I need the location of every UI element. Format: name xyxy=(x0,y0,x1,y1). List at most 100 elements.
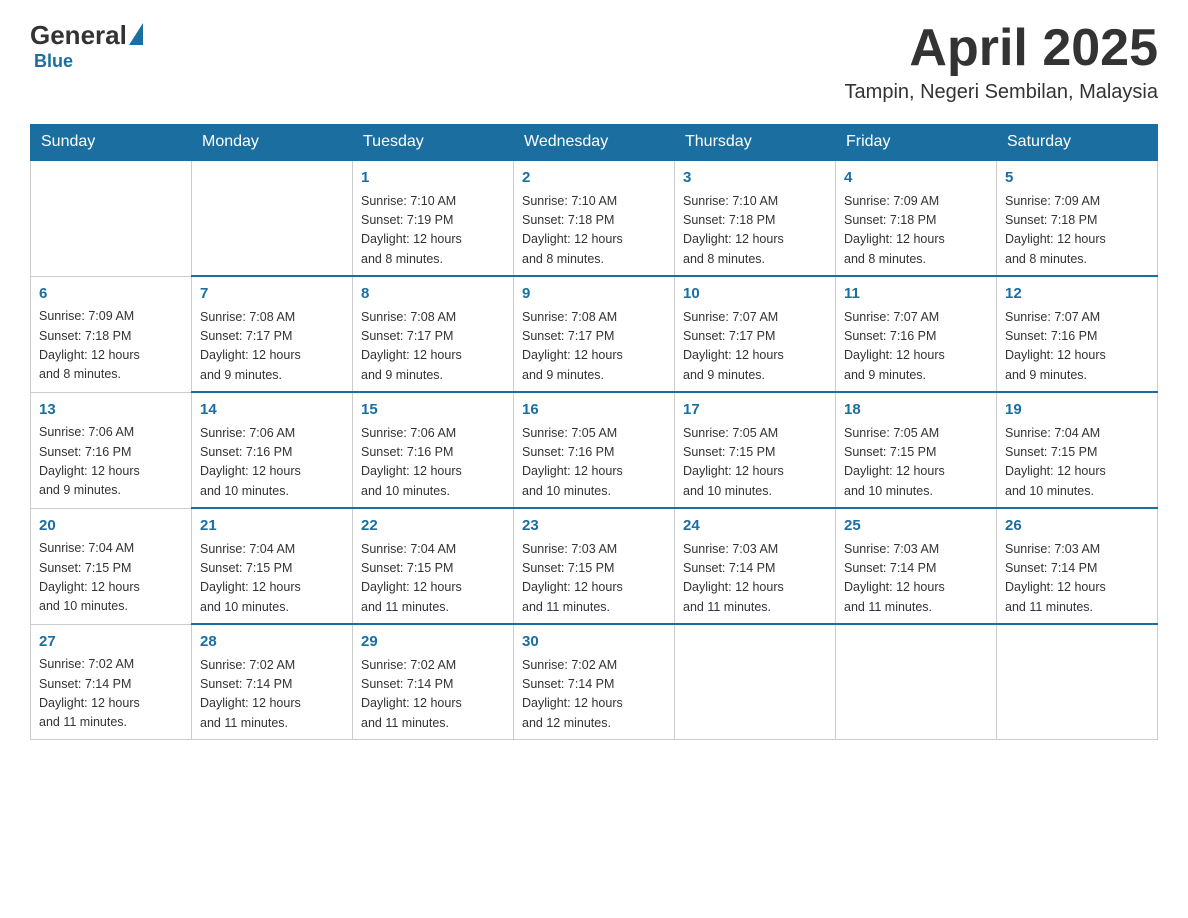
day-info: Sunrise: 7:04 AMSunset: 7:15 PMDaylight:… xyxy=(200,540,344,618)
calendar-cell: 26Sunrise: 7:03 AMSunset: 7:14 PMDayligh… xyxy=(997,508,1158,624)
month-year-title: April 2025 xyxy=(845,20,1158,77)
day-number: 10 xyxy=(683,283,827,306)
day-number: 30 xyxy=(522,631,666,654)
day-number: 23 xyxy=(522,515,666,538)
calendar-cell: 17Sunrise: 7:05 AMSunset: 7:15 PMDayligh… xyxy=(675,392,836,508)
day-info: Sunrise: 7:03 AMSunset: 7:14 PMDaylight:… xyxy=(844,540,988,618)
weekday-header: Sunday xyxy=(31,125,192,161)
day-number: 21 xyxy=(200,515,344,538)
day-info: Sunrise: 7:10 AMSunset: 7:18 PMDaylight:… xyxy=(522,192,666,270)
calendar-week-row: 6Sunrise: 7:09 AMSunset: 7:18 PMDaylight… xyxy=(31,276,1158,392)
calendar-week-row: 1Sunrise: 7:10 AMSunset: 7:19 PMDaylight… xyxy=(31,160,1158,276)
day-number: 11 xyxy=(844,283,988,306)
calendar-cell: 23Sunrise: 7:03 AMSunset: 7:15 PMDayligh… xyxy=(514,508,675,624)
calendar-cell: 21Sunrise: 7:04 AMSunset: 7:15 PMDayligh… xyxy=(192,508,353,624)
day-number: 18 xyxy=(844,399,988,422)
weekday-header: Saturday xyxy=(997,125,1158,161)
calendar-cell: 4Sunrise: 7:09 AMSunset: 7:18 PMDaylight… xyxy=(836,160,997,276)
calendar-cell xyxy=(675,624,836,740)
calendar-cell: 8Sunrise: 7:08 AMSunset: 7:17 PMDaylight… xyxy=(353,276,514,392)
calendar-cell: 12Sunrise: 7:07 AMSunset: 7:16 PMDayligh… xyxy=(997,276,1158,392)
calendar-cell: 16Sunrise: 7:05 AMSunset: 7:16 PMDayligh… xyxy=(514,392,675,508)
day-info: Sunrise: 7:02 AMSunset: 7:14 PMDaylight:… xyxy=(361,656,505,734)
calendar-cell: 20Sunrise: 7:04 AMSunset: 7:15 PMDayligh… xyxy=(31,508,192,624)
day-info: Sunrise: 7:05 AMSunset: 7:15 PMDaylight:… xyxy=(844,424,988,502)
day-number: 20 xyxy=(39,515,183,538)
weekday-header: Wednesday xyxy=(514,125,675,161)
day-number: 14 xyxy=(200,399,344,422)
day-info: Sunrise: 7:06 AMSunset: 7:16 PMDaylight:… xyxy=(361,424,505,502)
day-number: 19 xyxy=(1005,399,1149,422)
calendar-header-row: SundayMondayTuesdayWednesdayThursdayFrid… xyxy=(31,125,1158,161)
calendar-cell xyxy=(997,624,1158,740)
calendar-cell: 24Sunrise: 7:03 AMSunset: 7:14 PMDayligh… xyxy=(675,508,836,624)
weekday-header: Thursday xyxy=(675,125,836,161)
day-info: Sunrise: 7:02 AMSunset: 7:14 PMDaylight:… xyxy=(200,656,344,734)
calendar-cell: 2Sunrise: 7:10 AMSunset: 7:18 PMDaylight… xyxy=(514,160,675,276)
calendar-cell: 13Sunrise: 7:06 AMSunset: 7:16 PMDayligh… xyxy=(31,392,192,508)
calendar-cell: 10Sunrise: 7:07 AMSunset: 7:17 PMDayligh… xyxy=(675,276,836,392)
day-info: Sunrise: 7:09 AMSunset: 7:18 PMDaylight:… xyxy=(39,307,183,385)
day-info: Sunrise: 7:03 AMSunset: 7:14 PMDaylight:… xyxy=(683,540,827,618)
day-number: 16 xyxy=(522,399,666,422)
day-number: 29 xyxy=(361,631,505,654)
page-header: General Blue April 2025 Tampin, Negeri S… xyxy=(30,20,1158,104)
day-number: 1 xyxy=(361,167,505,190)
calendar-cell xyxy=(192,160,353,276)
logo-blue-text: Blue xyxy=(34,51,73,72)
day-info: Sunrise: 7:06 AMSunset: 7:16 PMDaylight:… xyxy=(39,423,183,501)
calendar-cell: 25Sunrise: 7:03 AMSunset: 7:14 PMDayligh… xyxy=(836,508,997,624)
day-info: Sunrise: 7:08 AMSunset: 7:17 PMDaylight:… xyxy=(200,308,344,386)
day-info: Sunrise: 7:10 AMSunset: 7:18 PMDaylight:… xyxy=(683,192,827,270)
day-info: Sunrise: 7:06 AMSunset: 7:16 PMDaylight:… xyxy=(200,424,344,502)
day-number: 2 xyxy=(522,167,666,190)
day-number: 5 xyxy=(1005,167,1149,190)
day-info: Sunrise: 7:10 AMSunset: 7:19 PMDaylight:… xyxy=(361,192,505,270)
day-number: 4 xyxy=(844,167,988,190)
day-info: Sunrise: 7:03 AMSunset: 7:14 PMDaylight:… xyxy=(1005,540,1149,618)
day-number: 27 xyxy=(39,631,183,654)
calendar-cell: 3Sunrise: 7:10 AMSunset: 7:18 PMDaylight… xyxy=(675,160,836,276)
day-info: Sunrise: 7:04 AMSunset: 7:15 PMDaylight:… xyxy=(361,540,505,618)
calendar-cell: 6Sunrise: 7:09 AMSunset: 7:18 PMDaylight… xyxy=(31,276,192,392)
day-number: 9 xyxy=(522,283,666,306)
calendar-week-row: 13Sunrise: 7:06 AMSunset: 7:16 PMDayligh… xyxy=(31,392,1158,508)
day-number: 8 xyxy=(361,283,505,306)
logo: General Blue xyxy=(30,20,143,72)
calendar-cell: 18Sunrise: 7:05 AMSunset: 7:15 PMDayligh… xyxy=(836,392,997,508)
day-info: Sunrise: 7:04 AMSunset: 7:15 PMDaylight:… xyxy=(1005,424,1149,502)
calendar-table: SundayMondayTuesdayWednesdayThursdayFrid… xyxy=(30,124,1158,740)
calendar-cell: 22Sunrise: 7:04 AMSunset: 7:15 PMDayligh… xyxy=(353,508,514,624)
calendar-week-row: 20 Sunrise: 7:04 AMSunset: 7:15 PMDayligh… xyxy=(31,508,1158,624)
calendar-cell: 29Sunrise: 7:02 AMSunset: 7:14 PMDayligh… xyxy=(353,624,514,740)
day-number: 17 xyxy=(683,399,827,422)
calendar-cell xyxy=(836,624,997,740)
weekday-header: Tuesday xyxy=(353,125,514,161)
calendar-cell: 19Sunrise: 7:04 AMSunset: 7:15 PMDayligh… xyxy=(997,392,1158,508)
day-number: 13 xyxy=(39,399,183,422)
day-info: Sunrise: 7:09 AMSunset: 7:18 PMDaylight:… xyxy=(844,192,988,270)
day-info: Sunrise: 7:08 AMSunset: 7:17 PMDaylight:… xyxy=(522,308,666,386)
day-info: Sunrise: 7:05 AMSunset: 7:16 PMDaylight:… xyxy=(522,424,666,502)
day-number: 25 xyxy=(844,515,988,538)
day-info: Sunrise: 7:02 AMSunset: 7:14 PMDaylight:… xyxy=(39,655,183,733)
calendar-cell: 5Sunrise: 7:09 AMSunset: 7:18 PMDaylight… xyxy=(997,160,1158,276)
day-number: 26 xyxy=(1005,515,1149,538)
day-info: Sunrise: 7:08 AMSunset: 7:17 PMDaylight:… xyxy=(361,308,505,386)
calendar-cell: 27Sunrise: 7:02 AMSunset: 7:14 PMDayligh… xyxy=(31,624,192,740)
day-number: 22 xyxy=(361,515,505,538)
day-number: 7 xyxy=(200,283,344,306)
day-info: Sunrise: 7:05 AMSunset: 7:15 PMDaylight:… xyxy=(683,424,827,502)
day-number: 24 xyxy=(683,515,827,538)
logo-triangle-icon xyxy=(129,23,143,45)
day-info: Sunrise: 7:07 AMSunset: 7:16 PMDaylight:… xyxy=(844,308,988,386)
calendar-cell: 30Sunrise: 7:02 AMSunset: 7:14 PMDayligh… xyxy=(514,624,675,740)
calendar-cell: 9Sunrise: 7:08 AMSunset: 7:17 PMDaylight… xyxy=(514,276,675,392)
calendar-cell: 14Sunrise: 7:06 AMSunset: 7:16 PMDayligh… xyxy=(192,392,353,508)
day-number: 3 xyxy=(683,167,827,190)
calendar-cell: 28Sunrise: 7:02 AMSunset: 7:14 PMDayligh… xyxy=(192,624,353,740)
day-info: Sunrise: 7:07 AMSunset: 7:17 PMDaylight:… xyxy=(683,308,827,386)
day-info: Sunrise: 7:03 AMSunset: 7:15 PMDaylight:… xyxy=(522,540,666,618)
day-number: 15 xyxy=(361,399,505,422)
day-info: Sunrise: 7:07 AMSunset: 7:16 PMDaylight:… xyxy=(1005,308,1149,386)
